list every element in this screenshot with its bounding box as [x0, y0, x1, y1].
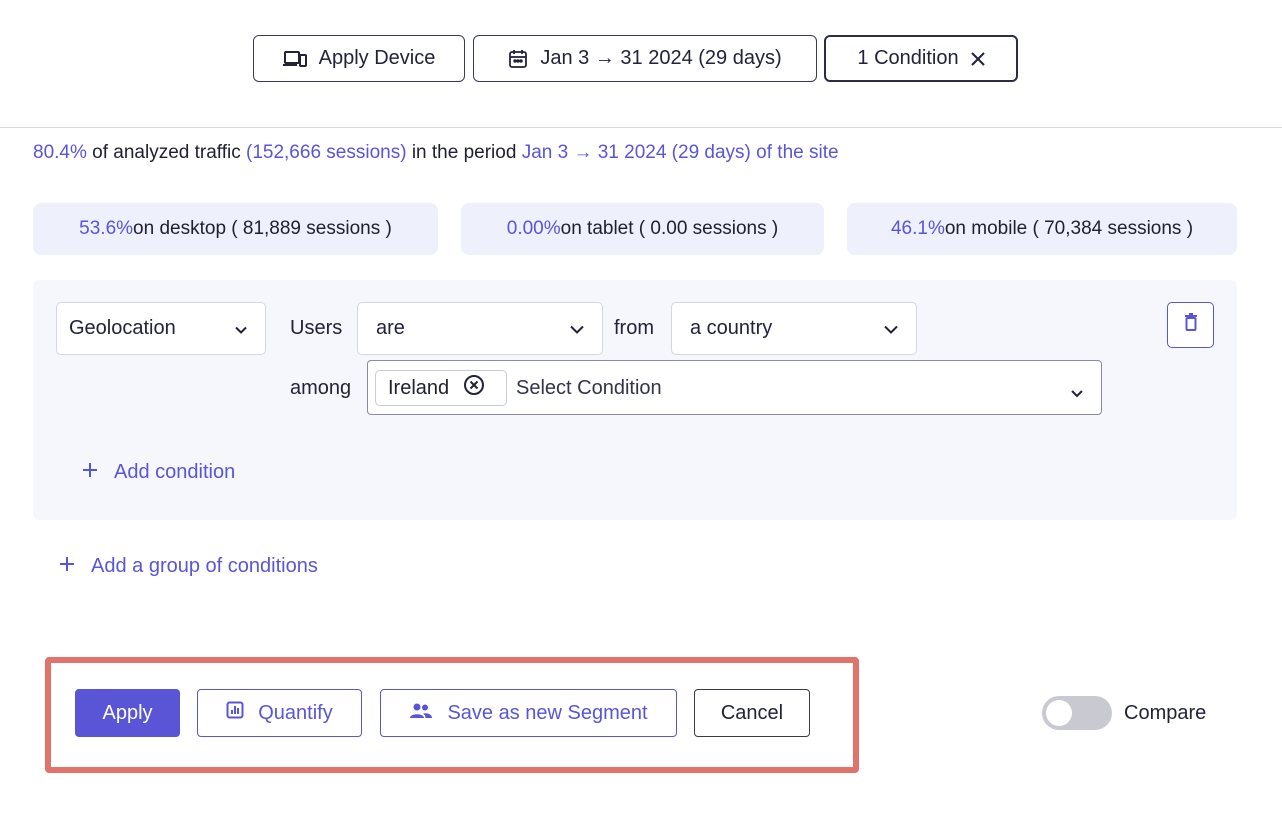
traffic-sessions: (152,666 sessions) — [246, 142, 407, 163]
apply-label: Apply — [102, 701, 153, 724]
mobile-text: on mobile ( 70,384 sessions ) — [944, 218, 1194, 239]
plus-icon — [59, 555, 75, 578]
from-label: from — [614, 317, 654, 339]
desktop-share-pill: 53.6% on desktop ( 81,889 sessions ) — [33, 203, 438, 255]
tablet-text: on tablet ( 0.00 sessions ) — [560, 218, 779, 239]
users-icon — [409, 702, 433, 725]
traffic-text-2: in the period — [406, 142, 522, 163]
traffic-period: Jan 3 → 31 2024 (29 days) of the site — [521, 142, 839, 163]
save-segment-label: Save as new Segment — [447, 701, 648, 724]
trash-icon — [1184, 313, 1198, 337]
apply-device-button[interactable]: Apply Device — [253, 35, 465, 82]
bar-chart-icon — [226, 701, 244, 725]
filter-toolbar: Apply Device Jan 3 → 31 2024 (29 days) 1… — [0, 0, 1282, 128]
apply-button[interactable]: Apply — [75, 689, 180, 737]
chevron-down-icon[interactable] — [1071, 381, 1083, 404]
traffic-percent: 80.4% — [33, 142, 87, 163]
scope-value: a country — [690, 317, 773, 339]
condition-count-label: 1 Condition — [857, 47, 959, 69]
cancel-label: Cancel — [720, 701, 784, 724]
subject-label: Users — [290, 317, 343, 339]
save-segment-button[interactable]: Save as new Segment — [380, 689, 677, 737]
chevron-down-icon — [235, 317, 247, 340]
desktop-text: on desktop ( 81,889 sessions ) — [133, 218, 392, 239]
delete-condition-button[interactable] — [1167, 302, 1214, 348]
mobile-share-pill: 46.1% on mobile ( 70,384 sessions ) — [847, 203, 1237, 255]
date-range-label: Jan 3 → 31 2024 (29 days) — [540, 47, 782, 69]
compare-label: Compare — [1124, 702, 1207, 724]
mobile-percent: 46.1% — [890, 218, 945, 239]
date-range-button[interactable]: Jan 3 → 31 2024 (29 days) — [473, 35, 817, 82]
close-icon[interactable] — [970, 51, 985, 66]
tablet-percent: 0.00% — [506, 218, 561, 239]
compare-toggle[interactable] — [1042, 696, 1112, 730]
selected-chip: Ireland — [375, 370, 507, 406]
add-group-link[interactable]: Add a group of conditions — [59, 555, 318, 578]
desktop-percent: 53.6% — [79, 218, 134, 239]
multiselect-placeholder[interactable]: Select Condition — [516, 377, 662, 400]
chevron-down-icon — [570, 317, 584, 340]
devices-icon — [282, 50, 307, 68]
condition-type-select[interactable]: Geolocation — [56, 302, 266, 355]
quantify-label: Quantify — [258, 701, 333, 724]
scope-select[interactable]: a country — [671, 302, 917, 355]
tablet-share-pill: 0.00% on tablet ( 0.00 sessions ) — [461, 203, 824, 255]
calendar-icon — [508, 49, 528, 69]
cancel-button[interactable]: Cancel — [694, 689, 810, 737]
operator-value: are — [376, 317, 405, 339]
plus-icon — [82, 461, 98, 484]
condition-type-value: Geolocation — [69, 317, 176, 339]
condition-count-button[interactable]: 1 Condition — [824, 35, 1018, 82]
circle-x-icon[interactable] — [463, 374, 485, 402]
traffic-summary: 80.4% of analyzed traffic (152,666 sessi… — [33, 142, 839, 164]
apply-device-label: Apply Device — [318, 47, 436, 69]
toggle-knob — [1046, 700, 1072, 726]
traffic-text-1: of analyzed traffic — [86, 142, 246, 163]
among-label: among — [290, 377, 352, 399]
add-condition-label: Add condition — [114, 461, 236, 483]
country-multiselect[interactable]: Ireland Select Condition — [367, 360, 1102, 415]
chevron-down-icon — [884, 317, 898, 340]
add-group-label: Add a group of conditions — [91, 555, 318, 577]
operator-select[interactable]: are — [357, 302, 603, 355]
add-condition-link[interactable]: Add condition — [82, 461, 235, 484]
quantify-button[interactable]: Quantify — [197, 689, 362, 737]
chip-label: Ireland — [388, 376, 450, 399]
